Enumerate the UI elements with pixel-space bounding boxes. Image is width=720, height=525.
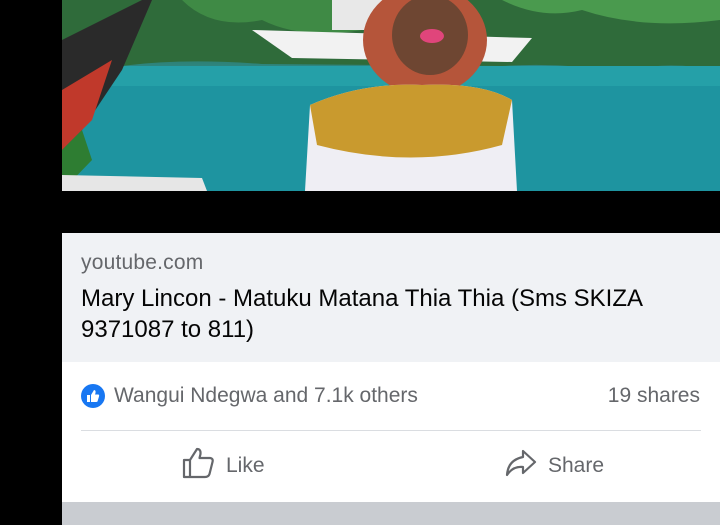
link-domain: youtube.com [81,251,204,274]
share-arrow-icon [504,448,538,484]
reactions-summary[interactable]: Wangui Ndegwa and 7.1k others 19 shares [62,362,720,430]
facebook-post-screen: youtube.com Mary Lincon - Matuku Matana … [0,0,720,525]
shares-count[interactable]: 19 shares [608,384,700,408]
share-label: Share [548,454,605,477]
post-footer: Wangui Ndegwa and 7.1k others 19 shares … [62,362,720,502]
share-button[interactable]: Share [504,444,604,488]
next-post-divider [62,502,720,525]
video-thumbnail[interactable] [62,0,720,191]
like-label: Like [226,454,265,477]
link-title[interactable]: Mary Lincon - Matuku Matana Thia Thia (S… [81,283,711,345]
divider [81,430,701,431]
link-preview-card[interactable]: youtube.com Mary Lincon - Matuku Matana … [62,233,720,362]
thumbs-up-icon [81,384,105,408]
thumbs-up-outline-icon [182,447,216,485]
like-button[interactable]: Like [182,444,265,488]
reactors-text[interactable]: Wangui Ndegwa and 7.1k others [114,384,418,408]
